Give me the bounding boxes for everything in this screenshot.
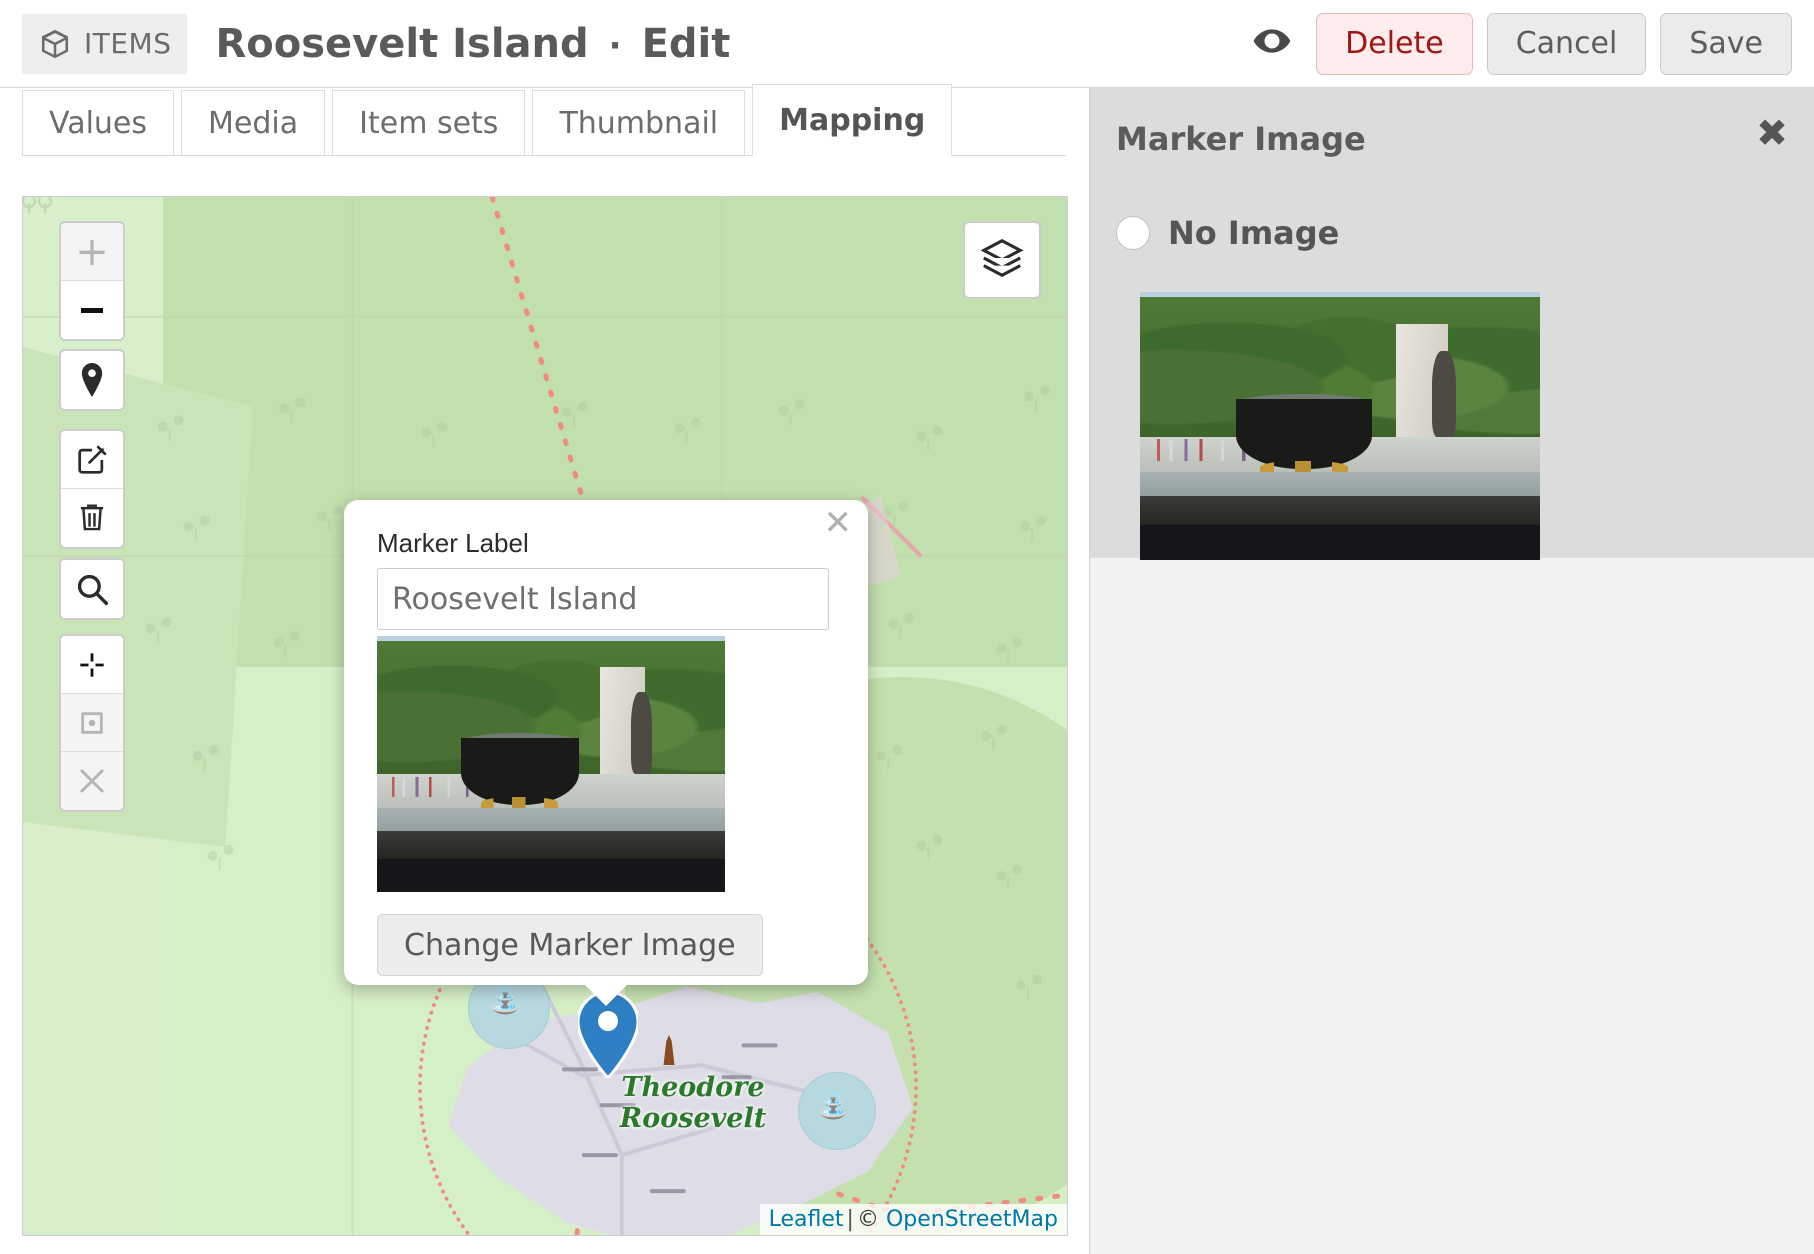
fit-bounds-tool-button[interactable] (61, 694, 123, 752)
app-header: ITEMS Roosevelt Island · Edit Delete Can… (0, 0, 1814, 88)
header-actions: Delete Cancel Save (1252, 12, 1792, 75)
search-tool-button[interactable] (61, 560, 123, 618)
fountain-icon-west: ⛲ (489, 986, 522, 1016)
items-chip-label: ITEMS (84, 27, 172, 60)
layers-control-button[interactable] (963, 221, 1041, 299)
edit-marker-tool-button[interactable] (61, 431, 123, 489)
no-image-option-row[interactable]: No Image (1116, 214, 1784, 252)
page-title-text: Roosevelt Island (215, 20, 589, 67)
map-marker-icon (77, 363, 107, 397)
marker-tool-group (59, 349, 125, 411)
copyright-symbol: © (856, 1207, 879, 1232)
tab-item-sets[interactable]: Item sets (332, 90, 526, 156)
zoom-in-button[interactable]: + (61, 223, 123, 281)
leaflet-map[interactable]: ⛲ ⛲ Theodore Roosevelt + Leaflet | © Ope… (22, 196, 1068, 1236)
geometry-tool-group (59, 634, 125, 812)
no-image-radio[interactable] (1116, 216, 1150, 250)
square-dot-icon (78, 709, 106, 737)
marker-popup: ✕ Marker Label Change Marker Image (344, 500, 868, 985)
marker-image-panel-header: ✖ Marker Image No Image (1090, 88, 1814, 560)
page-title: Roosevelt Island · Edit (215, 21, 730, 67)
crosshair-icon (78, 651, 106, 679)
tab-mapping[interactable]: Mapping (752, 84, 953, 156)
items-breadcrumb-chip[interactable]: ITEMS (22, 13, 188, 74)
leaflet-link[interactable]: Leaflet (769, 1207, 844, 1232)
panel-title: Marker Image (1116, 120, 1366, 158)
search-tool-group (59, 558, 125, 620)
tab-media[interactable]: Media (181, 90, 326, 156)
locate-tool-button[interactable] (61, 636, 123, 694)
delete-marker-tool-button[interactable] (61, 489, 123, 547)
zoom-control-group: + (59, 221, 125, 341)
tab-bar: Values Media Item sets Thumbnail Mapping (0, 84, 1088, 176)
map-place-label: Theodore Roosevelt (583, 1072, 803, 1134)
close-x-icon (77, 766, 107, 796)
marker-label-input[interactable] (377, 568, 829, 630)
cancel-button[interactable]: Cancel (1486, 12, 1647, 75)
layers-icon (979, 235, 1025, 286)
zoom-out-button[interactable] (61, 281, 123, 339)
no-image-label[interactable]: No Image (1168, 214, 1339, 252)
popup-close-icon[interactable]: ✕ (824, 506, 853, 540)
search-icon (75, 572, 109, 606)
tab-thumbnail[interactable]: Thumbnail (532, 90, 746, 156)
map-marker-tool-button[interactable] (61, 351, 123, 409)
trash-icon (77, 502, 107, 534)
save-button[interactable]: Save (1660, 12, 1792, 75)
edit-tool-group (59, 429, 125, 549)
fountain-icon-east: ⛲ (817, 1091, 850, 1121)
openstreetmap-link[interactable]: OpenStreetMap (886, 1207, 1058, 1232)
zoom-in-label: + (75, 228, 109, 275)
eye-icon[interactable] (1252, 21, 1302, 66)
minus-icon (81, 308, 103, 313)
popup-marker-image (377, 636, 725, 892)
page-title-mode: Edit (641, 20, 731, 67)
cube-icon (38, 27, 72, 61)
tab-values[interactable]: Values (22, 90, 175, 156)
map-attribution: Leaflet | © OpenStreetMap (759, 1204, 1067, 1235)
clear-tool-button[interactable] (61, 752, 123, 810)
map-place-label-line2: Roosevelt (619, 1103, 767, 1135)
page-title-separator: · (608, 25, 622, 66)
change-marker-image-button[interactable]: Change Marker Image (377, 914, 763, 976)
marker-image-panel: ✖ Marker Image No Image (1089, 88, 1814, 1254)
marker-label-field-label: Marker Label (377, 528, 529, 558)
marker-image-option-thumbnail[interactable] (1140, 292, 1540, 560)
panel-close-icon[interactable]: ✖ (1756, 114, 1788, 152)
attribution-divider: | (846, 1207, 854, 1232)
edit-pencil-icon (76, 444, 108, 476)
delete-button[interactable]: Delete (1316, 12, 1473, 75)
